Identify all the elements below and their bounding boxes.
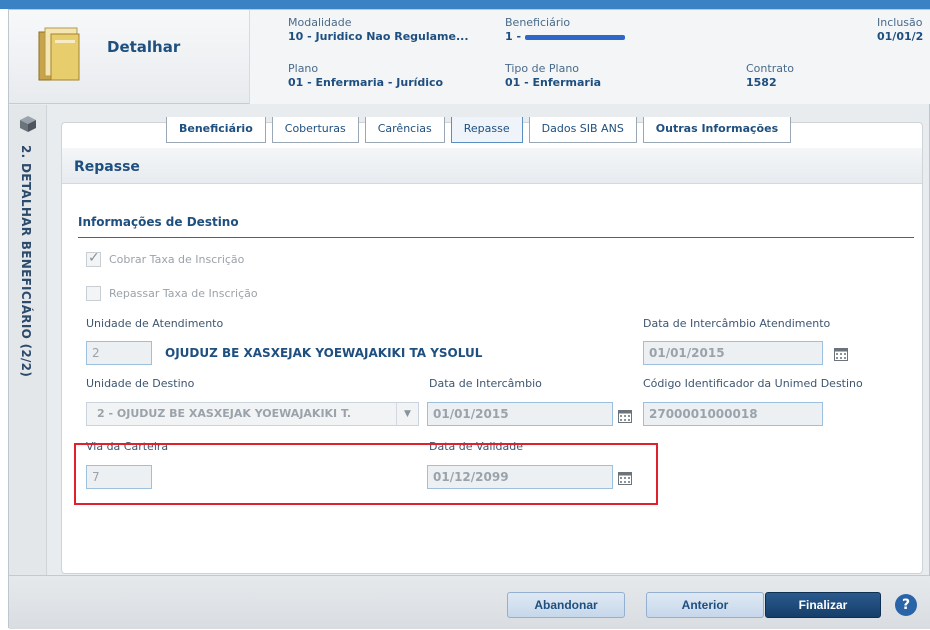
top-accent-bar	[0, 0, 930, 9]
repassar-taxa-checkbox[interactable]: Repassar Taxa de Inscrição	[86, 286, 258, 301]
tipo-plano-field: Tipo de Plano 01 - Enfermaria	[505, 62, 602, 89]
finalizar-button[interactable]: Finalizar	[765, 592, 881, 618]
plano-field: Plano 01 - Enfermaria - Jurídico	[288, 62, 444, 89]
cube-icon	[20, 116, 36, 132]
tab-coberturas[interactable]: Coberturas	[271, 117, 359, 143]
header-info-panel: Modalidade 10 - Juridico Nao Regulame...…	[249, 10, 930, 104]
section-title: Repasse	[74, 159, 140, 175]
tab-bar: Beneficiário Coberturas Carências Repass…	[166, 117, 792, 145]
data-intercambio-label: Data de Intercâmbio	[429, 377, 542, 390]
tab-outras-informacoes[interactable]: Outras Informações	[642, 117, 792, 143]
checkbox-box[interactable]	[86, 250, 101, 267]
data-intercambio-atendimento-label: Data de Intercâmbio Atendimento	[643, 317, 831, 330]
calendar-icon[interactable]	[618, 410, 632, 423]
wizard-side-band: 2. DETALHAR BENEFICIÁRIO (2/2)	[9, 105, 47, 575]
app-window: Detalhar Modalidade 10 - Juridico Nao Re…	[8, 9, 930, 629]
calendar-icon[interactable]	[834, 348, 848, 361]
tab-carencias[interactable]: Carências	[364, 117, 445, 143]
data-intercambio-input[interactable]: 01/01/2015	[427, 402, 613, 426]
unidade-atendimento-label: Unidade de Atendimento	[86, 317, 224, 330]
unidade-destino-label: Unidade de Destino	[86, 377, 195, 390]
checkbox-label: Repassar Taxa de Inscrição	[109, 287, 258, 300]
inclusao-field: Inclusão 01/01/2	[877, 16, 924, 43]
abandonar-button[interactable]: Abandonar	[507, 592, 625, 618]
data-intercambio-atendimento-input[interactable]: 01/01/2015	[643, 341, 823, 365]
checkbox-label: Cobrar Taxa de Inscrição	[109, 253, 245, 266]
chevron-down-icon[interactable]: ▼	[396, 403, 418, 425]
annotation-highlight-box	[74, 443, 658, 505]
footer-bar: Abandonar Anterior Finalizar ?	[9, 575, 930, 629]
unidade-atendimento-code-input[interactable]: 2	[86, 341, 152, 365]
subsection-title: Informações de Destino	[78, 215, 239, 229]
masked-name	[524, 34, 625, 40]
beneficiario-field: Beneficiário 1 -	[505, 16, 625, 44]
help-icon[interactable]: ?	[895, 594, 917, 616]
modalidade-field: Modalidade 10 - Juridico Nao Regulame...	[288, 16, 469, 43]
tab-beneficiario[interactable]: Beneficiário	[166, 117, 266, 143]
subsection-divider	[78, 237, 914, 238]
codigo-unimed-label: Código Identificador da Unimed Destino	[643, 377, 863, 390]
wizard-step-title: 2. DETALHAR BENEFICIÁRIO (2/2)	[19, 145, 33, 378]
codigo-unimed-input[interactable]: 2700001000018	[643, 402, 823, 426]
unidade-destino-select[interactable]: 2 - OJUDUZ BE XASXEJAK YOEWAJAKIKI T. ▼	[86, 402, 419, 426]
unidade-destino-value: 2 - OJUDUZ BE XASXEJAK YOEWAJAKIKI T.	[97, 407, 351, 420]
checkbox-box[interactable]	[86, 286, 101, 301]
unidade-atendimento-name: OJUDUZ BE XASXEJAK YOEWAJAKIKI TA YSOLUL	[165, 346, 483, 360]
cobrar-taxa-checkbox[interactable]: Cobrar Taxa de Inscrição	[86, 250, 245, 267]
header: Detalhar Modalidade 10 - Juridico Nao Re…	[9, 10, 930, 104]
section-header: Repasse	[62, 148, 922, 184]
tab-dados-sib-ans[interactable]: Dados SIB ANS	[528, 117, 637, 143]
anterior-button[interactable]: Anterior	[646, 592, 764, 618]
page-title: Detalhar	[107, 38, 181, 56]
tab-repasse[interactable]: Repasse	[450, 117, 523, 143]
contrato-field: Contrato 1582	[746, 62, 795, 89]
folder-icon	[38, 27, 80, 81]
